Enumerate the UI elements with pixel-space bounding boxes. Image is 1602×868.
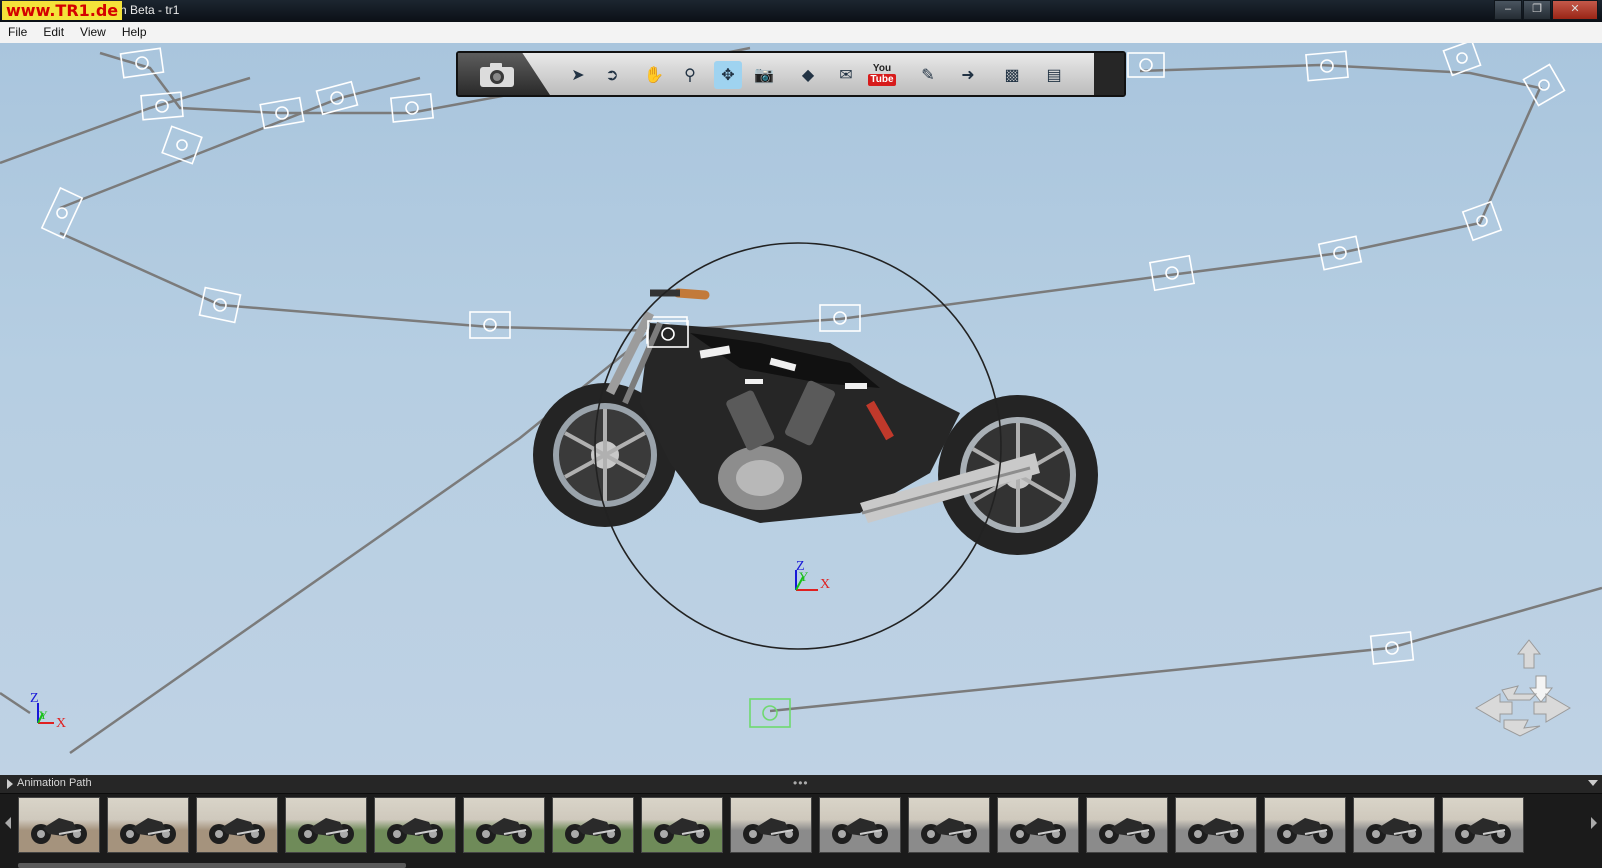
world-axis-x: X — [56, 716, 66, 731]
animation-thumbnail[interactable] — [18, 797, 100, 853]
animation-path-label: Animation Path — [17, 777, 92, 789]
arrow-back-icon — [1503, 719, 1541, 737]
camera-marker-icon — [40, 186, 84, 240]
scroll-left-icon[interactable] — [5, 817, 11, 829]
zoom-icon[interactable]: ⚲ — [676, 61, 704, 89]
youtube-icon[interactable]: You Tube — [868, 61, 896, 89]
properties-icon[interactable]: ▤ — [1040, 61, 1068, 89]
navigation-arrows[interactable] — [1474, 638, 1584, 738]
camera-marker-icon — [140, 91, 184, 121]
menu-help[interactable]: Help — [114, 22, 155, 43]
world-axis-indicator: Z Y X — [30, 691, 66, 731]
toolbar-end-cap — [1094, 53, 1124, 95]
window-controls: – ❐ ✕ — [1493, 0, 1598, 20]
pivot-axis-y: Y — [799, 569, 809, 584]
eyedropper-icon[interactable]: ✎ — [914, 61, 942, 89]
pivot-axis-x: X — [820, 577, 830, 592]
arrow-up-icon — [1516, 639, 1542, 669]
animation-thumbnail[interactable] — [908, 797, 990, 853]
animation-thumbnail[interactable] — [107, 797, 189, 853]
world-axis-y: Y — [39, 708, 48, 722]
animation-thumbnail[interactable] — [1175, 797, 1257, 853]
camera-marker-icon — [119, 47, 165, 79]
main-toolbar: ➤ ➲ ✋ ⚲ ✥ 📷 ◆ ✉ You Tube ✎ ➜ ▩ ▤ — [456, 51, 1126, 97]
animation-thumbnail[interactable] — [819, 797, 901, 853]
youtube-you-text: You — [872, 63, 892, 74]
watermark-logo: www.TR1.de — [2, 1, 123, 20]
camera-snapshot-button[interactable] — [458, 53, 550, 95]
menu-view[interactable]: View — [72, 22, 114, 43]
dropdown-arrow-icon[interactable] — [1588, 780, 1598, 786]
pan-hand-icon[interactable]: ✋ — [640, 61, 668, 89]
camera-marker-icon — [161, 125, 203, 165]
animation-thumbnail[interactable] — [1086, 797, 1168, 853]
ruler-icon[interactable]: ◆ — [794, 61, 822, 89]
camera-marker-icon — [389, 93, 435, 123]
animation-thumbnail[interactable] — [196, 797, 278, 853]
camera-lock-icon[interactable]: 📷 — [750, 61, 778, 89]
expand-triangle-icon[interactable] — [7, 779, 13, 789]
strip-scrollbar[interactable] — [18, 863, 406, 868]
animation-thumbnail[interactable] — [641, 797, 723, 853]
scene-canvas[interactable]: Z Y X — [0, 43, 1602, 775]
animation-thumbnail[interactable] — [730, 797, 812, 853]
panel-grip-icon[interactable]: ••• — [793, 776, 809, 790]
animation-thumbnail[interactable] — [1353, 797, 1435, 853]
animation-thumbnail[interactable] — [463, 797, 545, 853]
youtube-tube-text: Tube — [868, 74, 896, 86]
camera-icon — [480, 63, 514, 87]
title-bar: atch Beta - tr1 www.TR1.de – ❐ ✕ — [0, 0, 1602, 22]
world-axis-z: Z — [30, 691, 39, 706]
menu-bar: File Edit View Help — [0, 22, 1602, 44]
download-cube-icon[interactable]: ▩ — [998, 61, 1026, 89]
scroll-right-icon[interactable] — [1591, 817, 1597, 829]
close-button[interactable]: ✕ — [1552, 0, 1598, 20]
current-camera-icon — [749, 698, 791, 728]
export-icon[interactable]: ➜ — [954, 61, 982, 89]
menu-edit[interactable]: Edit — [35, 22, 72, 43]
motorcycle-model — [533, 288, 1098, 555]
animation-thumbnail[interactable] — [374, 797, 456, 853]
minimize-button[interactable]: – — [1494, 0, 1522, 20]
select-region-icon[interactable]: ➲ — [598, 61, 626, 89]
thumbnail-strip — [0, 795, 1602, 863]
3d-viewport[interactable]: Z Y X ➤ ➲ ✋ ⚲ ✥ 📷 ◆ ✉ You Tube ✎ ➜ ▩ ▤ Z… — [0, 43, 1602, 775]
select-icon[interactable]: ➤ — [564, 61, 592, 89]
menu-file[interactable]: File — [0, 22, 35, 43]
animation-thumbnail[interactable] — [997, 797, 1079, 853]
animation-thumbnail[interactable] — [285, 797, 367, 853]
camera-marker-icon — [1127, 52, 1165, 78]
maximize-button[interactable]: ❐ — [1523, 0, 1551, 20]
animation-thumbnail[interactable] — [1264, 797, 1346, 853]
email-icon[interactable]: ✉ — [832, 61, 860, 89]
animation-panel: Animation Path ••• — [0, 775, 1602, 868]
animation-thumbnail[interactable] — [552, 797, 634, 853]
animation-thumbnail[interactable] — [1442, 797, 1524, 853]
camera-marker-icon — [1442, 43, 1482, 77]
orbit-icon[interactable]: ✥ — [714, 61, 742, 89]
animation-header[interactable]: Animation Path ••• — [0, 775, 1602, 794]
